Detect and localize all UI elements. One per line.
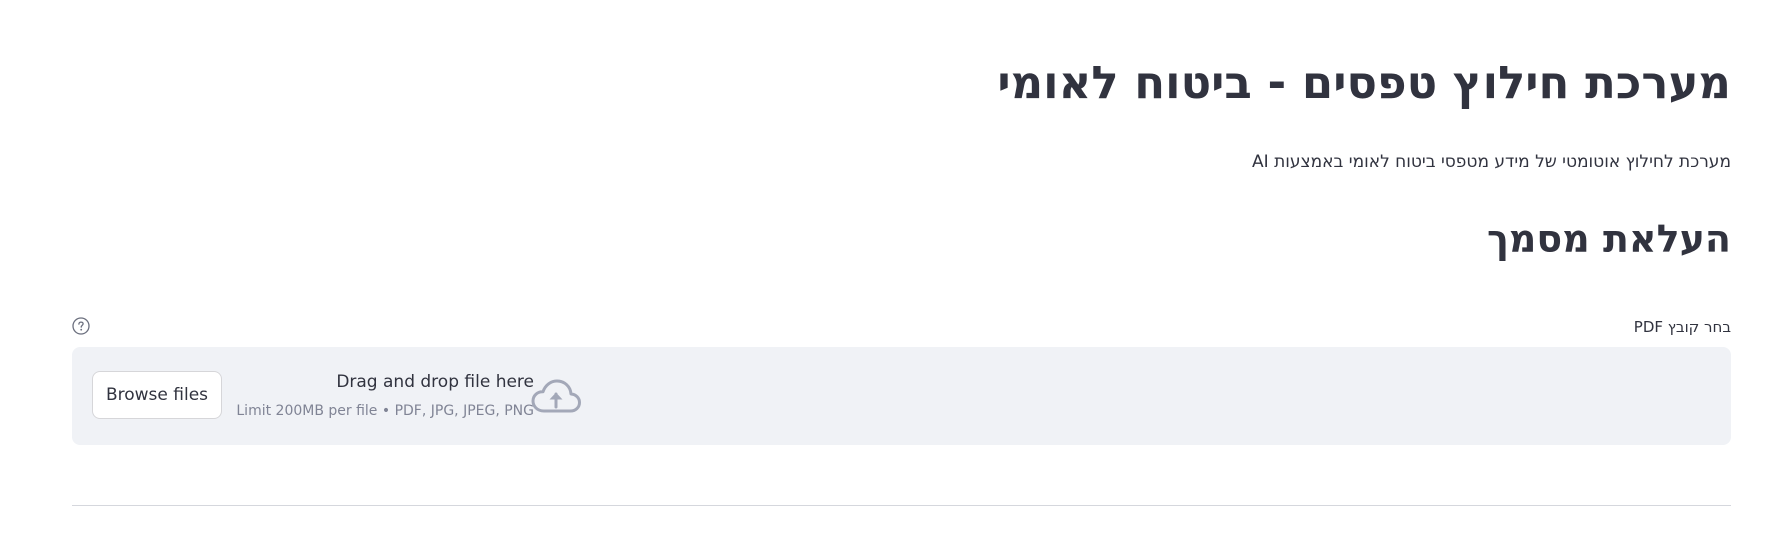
app-page: מערכת חילוץ טפסים - ביטוח לאומי מערכת לח… xyxy=(0,0,1777,552)
page-title: מערכת חילוץ טפסים - ביטוח לאומי xyxy=(997,56,1731,109)
dropzone-limits-text: Limit 200MB per file • PDF, JPG, JPEG, P… xyxy=(236,403,534,419)
file-uploader-label: בחר קובץ PDF xyxy=(1633,318,1731,336)
section-divider xyxy=(72,505,1731,506)
dropzone-instructions: Drag and drop file here Limit 200MB per … xyxy=(224,371,534,421)
dropzone-instructions-text: Drag and drop file here xyxy=(336,372,534,392)
question-circle-icon[interactable] xyxy=(72,317,90,335)
cloud-upload-icon xyxy=(530,377,582,417)
page-subtitle: מערכת לחילוץ אוטומטי של מידע מטפסי ביטוח… xyxy=(1252,152,1731,172)
upload-section-heading: העלאת מסמך xyxy=(1486,217,1731,261)
file-dropzone[interactable]: Browse files Drag and drop file here Lim… xyxy=(72,347,1731,445)
browse-files-button[interactable]: Browse files xyxy=(92,371,222,419)
